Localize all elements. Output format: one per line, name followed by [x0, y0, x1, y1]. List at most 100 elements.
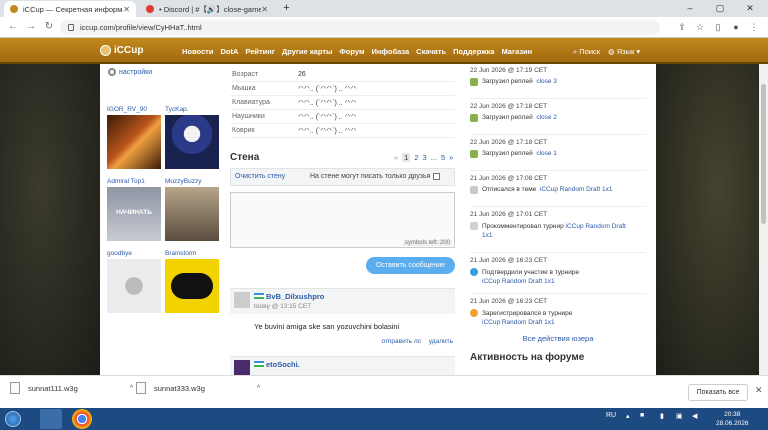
download-item[interactable]: sunnat333.w3g ^ [136, 382, 260, 394]
friend-avatar[interactable] [107, 259, 161, 313]
post-author[interactable]: etoSochi. [266, 360, 300, 369]
post-date: today @ 13:15 CET [254, 303, 312, 310]
close-tab-icon[interactable]: ✕ [261, 5, 268, 14]
post-author[interactable]: BvB_Dilxushpro [266, 292, 324, 301]
activity-link[interactable]: iCCup Random Draft 1x1 [540, 186, 613, 193]
sidebar-icon[interactable]: ▯ [712, 21, 724, 33]
tray-app-icon[interactable]: ▮ [660, 412, 664, 420]
profile-icon[interactable]: ● [730, 21, 742, 33]
maximize-button[interactable]: ▢ [706, 0, 734, 17]
site-logo[interactable]: iCCup [100, 45, 143, 56]
close-tab-icon[interactable]: ✕ [123, 5, 130, 14]
background-art-right [656, 64, 760, 375]
reload-icon[interactable]: ↻ [42, 20, 56, 34]
minimize-button[interactable]: – [676, 0, 704, 17]
scrollbar-thumb[interactable] [761, 84, 766, 224]
chevron-up-icon[interactable]: ^ [257, 385, 260, 392]
close-download-bar-icon[interactable]: ✕ [755, 385, 763, 396]
stat-value: 26 [298, 71, 306, 78]
activity-link[interactable]: close 2 [536, 114, 557, 121]
nav-link-other-maps[interactable]: Другие карты [282, 47, 332, 56]
forum-activity-title: Активность на форуме [470, 352, 585, 363]
stat-row: Коврик ᐟᐠᐟᐠ.. (`ᐟᐠᐟᐠ`) .. ᐟᐠᐟᐠ [230, 124, 455, 138]
file-icon [10, 382, 20, 394]
friend-card[interactable]: MuzzyBuzzy [165, 178, 219, 241]
network-icon[interactable]: ▣ [676, 412, 683, 420]
system-clock[interactable]: 20:38 28.06.2026 [716, 410, 749, 428]
activity-link[interactable]: close 1 [536, 150, 557, 157]
bookmark-star-icon[interactable]: ☆ [694, 21, 706, 33]
tab-discord[interactable]: • Discord | #【🔊】close-games ✕ [140, 1, 274, 17]
nav-links: Новости DotA Рейтинг Другие карты Форум … [182, 47, 532, 56]
iccup-favicon-icon [10, 5, 18, 13]
activity-date: 21 Jun 2026 @ 16:23 CET [470, 257, 548, 264]
pager-next[interactable]: » [449, 153, 453, 162]
chevron-up-icon[interactable]: ^ [130, 385, 133, 392]
search-link[interactable]: ⌕ Поиск [573, 47, 600, 57]
friend-avatar[interactable]: НАЧИНАТЬ [107, 187, 161, 241]
friend-card[interactable]: Admiral Top1 НАЧИНАТЬ [107, 178, 161, 241]
nav-link-rating[interactable]: Рейтинг [245, 47, 275, 56]
friend-card[interactable]: Brainstorm [165, 250, 219, 313]
settings-link[interactable]: настройки [108, 68, 152, 76]
friend-card[interactable]: goodbye [107, 250, 161, 313]
explorer-taskbar-icon[interactable] [40, 409, 62, 429]
nav-link-news[interactable]: Новости [182, 47, 213, 56]
stat-row: Возраст 26 [230, 68, 455, 82]
tray-app-icon[interactable]: ■ [640, 412, 644, 419]
nav-link-infobase[interactable]: Инфобаза [372, 47, 410, 56]
volume-icon[interactable]: ◀ [692, 412, 697, 420]
address-bar[interactable]: iccup.com/profile/view/CyHHaT..html [60, 20, 660, 35]
new-tab-button[interactable]: + [280, 2, 293, 15]
activity-link[interactable]: close 3 [536, 78, 557, 85]
friend-avatar[interactable] [165, 187, 219, 241]
comment-icon [470, 222, 478, 230]
share-icon[interactable]: ⇪ [676, 21, 688, 33]
delete-post-link[interactable]: удалить [429, 338, 453, 345]
friend-avatar[interactable] [165, 115, 219, 169]
pager-page[interactable]: 3 [423, 153, 427, 162]
activity-link[interactable]: iCCup Random Draft 1x1 [482, 278, 555, 285]
download-item[interactable]: sunnat111.w3g ^ [10, 382, 133, 394]
send-pm-link[interactable]: отправить лс [381, 338, 421, 345]
nav-link-shop[interactable]: Магазин [501, 47, 532, 56]
stat-label: Наушники [232, 113, 265, 120]
avatar[interactable] [234, 360, 250, 375]
nav-link-forum[interactable]: Форум [339, 47, 364, 56]
activity-text: Прокомментировал турнир [482, 223, 564, 230]
pager-page[interactable]: 2 [414, 153, 418, 162]
post-actions: отправить лс удалить [230, 338, 455, 345]
friend-avatar[interactable] [165, 259, 219, 313]
activity-text: Загрузил реплей [482, 150, 533, 157]
start-button[interactable] [5, 411, 21, 427]
chrome-taskbar-icon[interactable] [72, 409, 92, 429]
friends-only-checkbox[interactable] [433, 173, 441, 180]
forward-icon[interactable]: → [24, 20, 38, 34]
avatar[interactable] [234, 292, 250, 308]
pager-page[interactable]: 5 [441, 153, 445, 162]
language-selector[interactable]: ◍ Язык ▾ [608, 47, 640, 57]
friend-card[interactable]: IGOR_RV_90 [107, 106, 161, 169]
clear-wall-link[interactable]: Очистить стену [235, 173, 285, 180]
friend-avatar[interactable] [107, 115, 161, 169]
activity-link[interactable]: iCCup Random Draft 1x1 [482, 319, 555, 326]
page-scrollbar[interactable] [759, 64, 768, 375]
nav-link-dota[interactable]: DotA [220, 47, 238, 56]
wall-message-input[interactable]: symbols left: 200 [230, 192, 455, 248]
back-icon[interactable]: ← [6, 20, 20, 34]
post-message-button[interactable]: Оставить сообщение [366, 257, 455, 274]
friend-name: goodbye [107, 250, 132, 257]
friend-card[interactable]: TycKap. [165, 106, 219, 169]
close-window-button[interactable]: ✕ [736, 0, 764, 17]
all-activity-link[interactable]: Все действия юзера [470, 334, 646, 343]
activity-text: Зарегистрировался в турнире [482, 310, 573, 317]
show-all-downloads-button[interactable]: Показать все [688, 384, 748, 401]
pager-page[interactable]: « [394, 153, 398, 162]
nav-link-support[interactable]: Поддержка [453, 47, 494, 56]
nav-link-download[interactable]: Скачать [416, 47, 446, 56]
menu-icon[interactable]: ⋮ [748, 21, 760, 33]
tray-arrow-icon[interactable]: ▴ [626, 412, 630, 420]
tab-iccup[interactable]: iCCup — Секретная информаци ✕ [4, 1, 136, 17]
language-indicator[interactable]: RU [606, 412, 616, 419]
friends-only-option[interactable]: На стене могут писать только друзья [310, 173, 441, 180]
